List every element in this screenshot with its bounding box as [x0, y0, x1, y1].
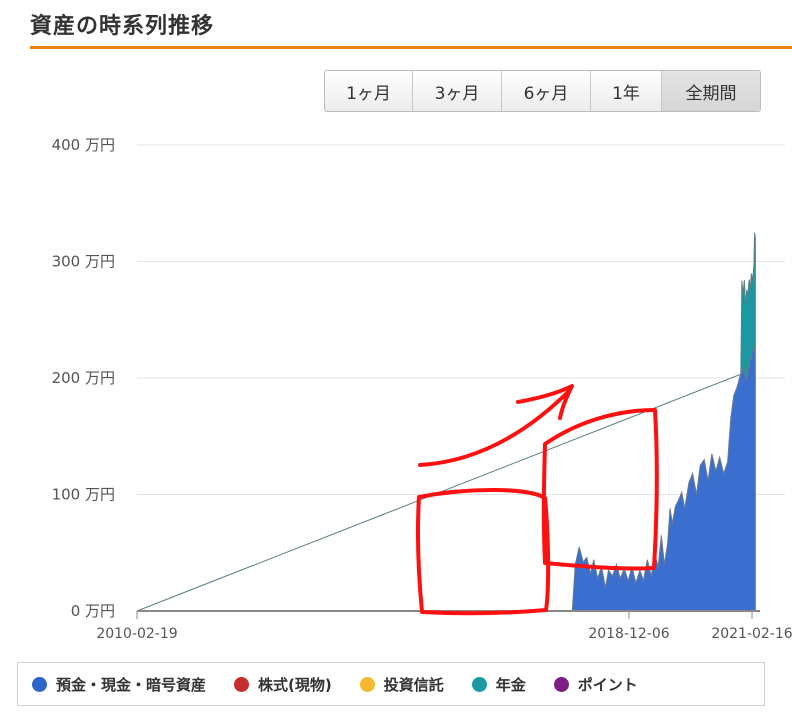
legend-item-points[interactable]: ポイント: [553, 674, 638, 695]
legend-label: 預金・現金・暗号資産: [56, 675, 207, 694]
asset-timeseries-chart: 0 万円 100 万円 200 万円 300 万円 400 万円 2010-02-19 20…: [52, 136, 792, 642]
legend-label: ポイント: [577, 675, 638, 694]
legend-dot-deposits-icon: [32, 676, 47, 692]
annotation-box-early: [416, 488, 551, 616]
x-tick-label: 2018-12-06: [588, 626, 669, 642]
area-series-deposits-cash-crypto: [137, 345, 756, 612]
x-tick-label: 2010-02-19: [96, 626, 177, 642]
annotation-arrow-shaft: [418, 388, 572, 467]
legend-label: 投資信託: [383, 675, 444, 694]
legend-dot-trusts-icon: [359, 676, 375, 692]
x-tick-label: 2021-02-16: [711, 626, 792, 642]
legend-item-deposits-cash-crypto[interactable]: 預金・現金・暗号資産: [32, 674, 206, 695]
legend-item-investment-trusts[interactable]: 投資信託: [359, 674, 444, 695]
legend-label: 株式(現物): [258, 675, 332, 694]
legend-item-pension[interactable]: 年金: [471, 674, 526, 695]
y-tick-label: 400 万円: [52, 136, 115, 154]
legend-dot-points-icon: [553, 676, 569, 692]
legend-dot-pension-icon: [471, 676, 487, 692]
chart-legend: 預金・現金・暗号資産 株式(現物) 投資信託 年金 ポイント: [17, 662, 765, 706]
legend-label: 年金: [495, 675, 526, 694]
y-tick-label: 300 万円: [52, 253, 115, 271]
legend-dot-stocks-icon: [234, 676, 250, 692]
annotation-box-later: [541, 408, 659, 571]
y-tick-label: 200 万円: [52, 369, 115, 387]
y-tick-label: 0 万円: [71, 602, 115, 620]
y-tick-label: 100 万円: [52, 486, 115, 504]
legend-item-stocks[interactable]: 株式(現物): [234, 674, 332, 695]
